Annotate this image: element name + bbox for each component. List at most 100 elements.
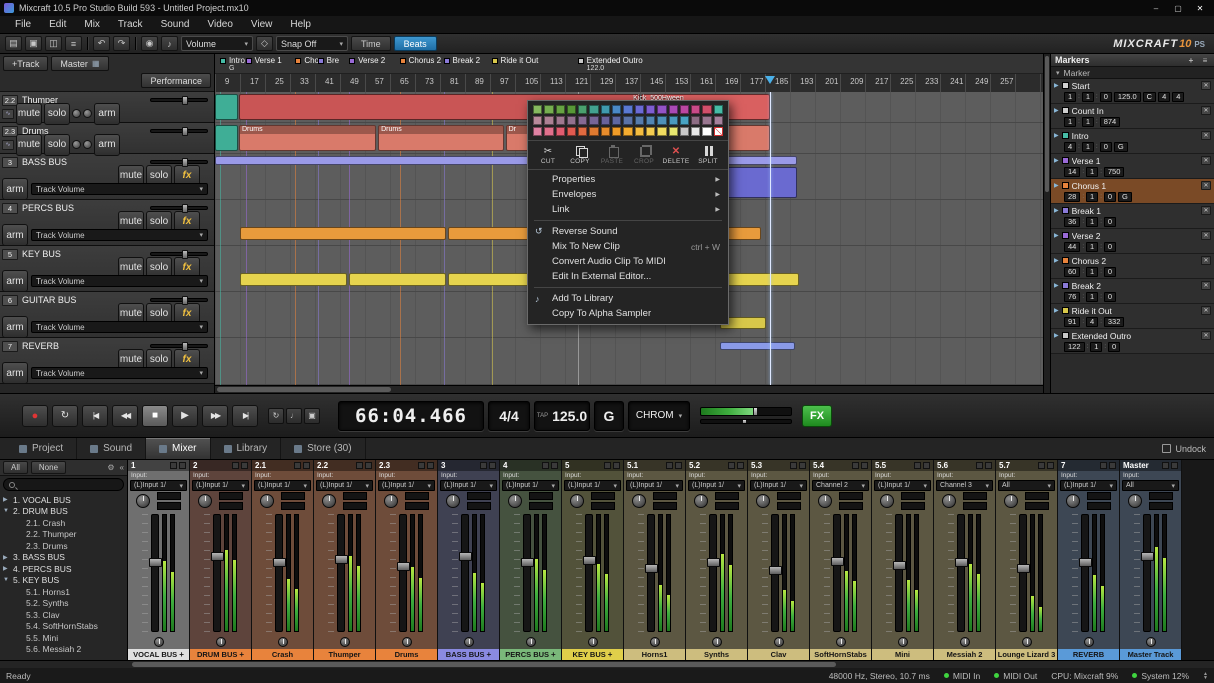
send-knob[interactable]: [1022, 637, 1032, 647]
strip-input-select[interactable]: (L)Input 1/▾: [440, 480, 497, 491]
fader-handle[interactable]: [211, 552, 224, 561]
volume-fader[interactable]: [771, 514, 779, 632]
strip-name[interactable]: PERCS BUS+: [500, 649, 561, 660]
timeline-marker-extended-outro[interactable]: Extended Outro122.0: [578, 56, 643, 73]
send-knob[interactable]: [154, 637, 164, 647]
marker-play-icon[interactable]: ▶: [1054, 332, 1059, 339]
fader-handle[interactable]: [1079, 558, 1092, 567]
mixer-strip-drum-bus[interactable]: 2Input:(L)Input 1/▾DRUM BUS+: [190, 460, 252, 660]
menu-item-envelopes[interactable]: Envelopes▶: [528, 187, 728, 202]
fader-handle[interactable]: [273, 558, 286, 567]
menu-file[interactable]: File: [6, 17, 40, 32]
eq-knob[interactable]: [83, 140, 92, 149]
color-swatch[interactable]: [533, 127, 542, 136]
arm-button[interactable]: arm: [94, 134, 120, 156]
tree-item-5-1-horns1[interactable]: 5.1. Horns1: [0, 586, 127, 598]
audio-clip[interactable]: [349, 273, 446, 286]
marker-delete-icon[interactable]: ✕: [1201, 256, 1211, 265]
track-volume-slider[interactable]: [150, 129, 208, 133]
marker-color-chip[interactable]: [1062, 282, 1069, 289]
strip-input-select[interactable]: (L)Input 1/▾: [626, 480, 683, 491]
chevron-down-icon[interactable]: ▼: [3, 508, 10, 514]
mixer-search-input[interactable]: [3, 478, 124, 491]
marker-color-chip[interactable]: [1062, 132, 1069, 139]
stop-button[interactable]: ■: [142, 405, 168, 427]
color-swatch[interactable]: [589, 127, 598, 136]
tree-item-5-6-messiah-2[interactable]: 5.6. Messiah 2: [0, 644, 127, 656]
add-marker-icon[interactable]: +: [1186, 56, 1196, 65]
menu-item-edit-in-external-editor[interactable]: Edit In External Editor...: [528, 269, 728, 284]
track-header-bass-bus[interactable]: 3BASS BUSmutesolofxarmTrack Volume▾: [0, 154, 214, 200]
color-swatch[interactable]: [702, 105, 711, 114]
snap-magnet-icon[interactable]: ◇: [256, 36, 273, 51]
color-swatch[interactable]: [669, 127, 678, 136]
vertical-scrollbar[interactable]: [1043, 54, 1050, 393]
mixdown-icon[interactable]: ≡: [65, 36, 82, 51]
strip-fx-icon[interactable]: [232, 462, 239, 469]
scrollbar-handle[interactable]: [132, 662, 836, 667]
marker-row-count-in[interactable]: ▶Count In✕1:1:874: [1051, 104, 1214, 129]
track-volume-slider[interactable]: [150, 160, 208, 164]
mute-button[interactable]: mute: [16, 103, 42, 125]
strip-name[interactable]: KEY BUS+: [562, 649, 623, 660]
color-swatch[interactable]: [702, 127, 711, 136]
mixer-strip-percs-bus[interactable]: 4Input:(L)Input 1/▾PERCS BUS+: [500, 460, 562, 660]
color-swatch[interactable]: [567, 127, 576, 136]
fader-handle[interactable]: [583, 556, 596, 565]
timeline-ruler[interactable]: IntroGVerse 1ChoBreVerse 2Chorus 2Break …: [215, 54, 1043, 92]
performance-button[interactable]: Performance: [141, 73, 211, 88]
mixer-strip-drums[interactable]: 2.3Input:(L)Input 1/▾Drums: [376, 460, 438, 660]
timeline-marker-bre[interactable]: Bre: [318, 56, 339, 65]
metronome-icon[interactable]: ♩: [286, 408, 302, 424]
rewind-button[interactable]: ◀◀: [112, 405, 138, 427]
marker-row-ride-it-out[interactable]: ▶Ride it Out✕91:4:332: [1051, 304, 1214, 329]
color-swatch[interactable]: [578, 116, 587, 125]
tab-project[interactable]: Project: [6, 438, 77, 459]
strip-input-select[interactable]: (L)Input 1/▾: [564, 480, 621, 491]
send-knob[interactable]: [960, 637, 970, 647]
color-swatch[interactable]: [544, 127, 553, 136]
color-swatch[interactable]: [669, 105, 678, 114]
select-none-button[interactable]: None: [31, 461, 66, 474]
marker-color-chip[interactable]: [1062, 257, 1069, 264]
marker-row-verse-2[interactable]: ▶Verse 2✕44:1:0: [1051, 229, 1214, 254]
strip-input-select[interactable]: (L)Input 1/▾: [688, 480, 745, 491]
strip-menu-icon[interactable]: [303, 462, 310, 469]
arm-button[interactable]: arm: [2, 178, 28, 200]
send-knob[interactable]: [340, 637, 350, 647]
pan-knob[interactable]: [1004, 494, 1018, 508]
strip-input-select[interactable]: All▾: [998, 480, 1055, 491]
track-volume-slider[interactable]: [150, 252, 208, 256]
time-mode-button[interactable]: Time: [351, 36, 391, 51]
marker-delete-icon[interactable]: ✕: [1201, 131, 1211, 140]
track-header-percs-bus[interactable]: 4PERCS BUSmutesolofxarmTrack Volume▾: [0, 200, 214, 246]
mixer-strip-vocal-bus[interactable]: 1Input:(L)Input 1/▾VOCAL BUS+: [128, 460, 190, 660]
pan-knob[interactable]: [384, 494, 398, 508]
strip-name[interactable]: Master Track: [1120, 649, 1181, 660]
scale-select[interactable]: CHROM▾: [628, 401, 690, 431]
pan-knob[interactable]: [942, 494, 956, 508]
marker-row-extended-outro[interactable]: ▶Extended Outro✕122:1:0: [1051, 329, 1214, 354]
pan-knob[interactable]: [322, 494, 336, 508]
volume-fader[interactable]: [957, 514, 965, 632]
marker-delete-icon[interactable]: ✕: [1201, 331, 1211, 340]
snap-select[interactable]: Snap Off▾: [276, 36, 348, 51]
menu-view[interactable]: View: [242, 17, 282, 32]
track-lane[interactable]: [215, 338, 1043, 385]
mixer-strip-synths[interactable]: 5.2Input:(L)Input 1/▾Synths: [686, 460, 748, 660]
pan-knob[interactable]: [72, 109, 81, 118]
time-display[interactable]: 66:04.466: [338, 401, 484, 431]
save-icon[interactable]: ◫: [45, 36, 62, 51]
send-knob[interactable]: [650, 637, 660, 647]
loop-mode-icon[interactable]: ↻: [268, 408, 284, 424]
color-swatch[interactable]: [533, 105, 542, 114]
midi-in-status[interactable]: MIDI In: [944, 671, 980, 681]
tree-item-2-1-crash[interactable]: 2.1. Crash: [0, 517, 127, 529]
volume-fader[interactable]: [647, 514, 655, 632]
strip-input-select[interactable]: (L)Input 1/▾: [1060, 480, 1117, 491]
color-swatch[interactable]: [544, 105, 553, 114]
track-volume-slider[interactable]: [150, 98, 208, 102]
color-swatch[interactable]: [589, 116, 598, 125]
strip-fx-icon[interactable]: [480, 462, 487, 469]
audio-clip[interactable]: [215, 94, 238, 120]
